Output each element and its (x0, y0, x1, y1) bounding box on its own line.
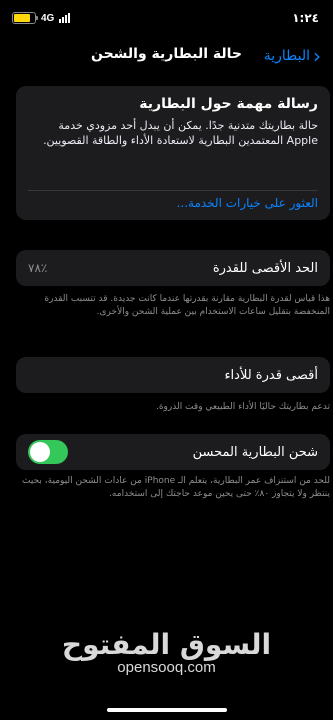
watermark-arabic: السوق المفتوح (61, 628, 272, 661)
maximum-capacity-row: الحد الأقصى للقدرة ٪٧٨ (16, 250, 330, 286)
navigation-bar: ‹ البطارية حالة البطارية والشحن (0, 40, 333, 72)
capacity-note: هذا قياس لقدرة البطارية مقارنة بقدرتها ع… (44, 294, 330, 317)
status-bar: 4G ١:٢٤ (0, 0, 333, 36)
optimized-charging-row: شحن البطارية المحسن (16, 434, 330, 470)
status-time: ١:٢٤ (292, 11, 319, 25)
message-title: رسالة مهمة حول البطارية (139, 96, 318, 112)
performance-note: تدعم بطاريتك حاليًا الأداء الطبيعي وقت ا… (155, 402, 330, 412)
page-title: حالة البطارية والشحن (90, 46, 242, 62)
battery-message-card: رسالة مهمة حول البطارية حالة بطاريتك متد… (16, 86, 330, 220)
message-body: حالة بطاريتك متدنية جدًا. يمكن أن يبدل أ… (43, 119, 318, 147)
signal-icon (59, 13, 71, 23)
status-left-group: 4G (12, 12, 71, 24)
maximum-capacity-value: ٪٧٨ (28, 261, 48, 275)
opensooq-watermark: السوق المفتوح opensooq.com (0, 628, 333, 676)
optimized-charging-note: للحد من استنزاف عمر البطارية، يتعلم الـ … (22, 476, 330, 499)
maximum-capacity-label: الحد الأقصى للقدرة (212, 260, 318, 276)
peak-performance-row: أقصى قدرة للأداء (16, 357, 330, 393)
optimized-charging-label: شحن البطارية المحسن (192, 444, 318, 460)
optimized-charging-toggle[interactable] (28, 440, 68, 464)
battery-level-fill (14, 14, 30, 22)
network-type: 4G (41, 12, 55, 24)
peak-performance-label: أقصى قدرة للأداء (224, 367, 318, 383)
card-divider (28, 190, 318, 191)
toggle-knob (30, 442, 50, 462)
battery-icon (12, 12, 38, 24)
home-indicator[interactable] (106, 708, 227, 712)
find-service-options-link[interactable]: العثور على خيارات الخدمة... (177, 196, 318, 210)
watermark-latin: opensooq.com (117, 659, 216, 676)
